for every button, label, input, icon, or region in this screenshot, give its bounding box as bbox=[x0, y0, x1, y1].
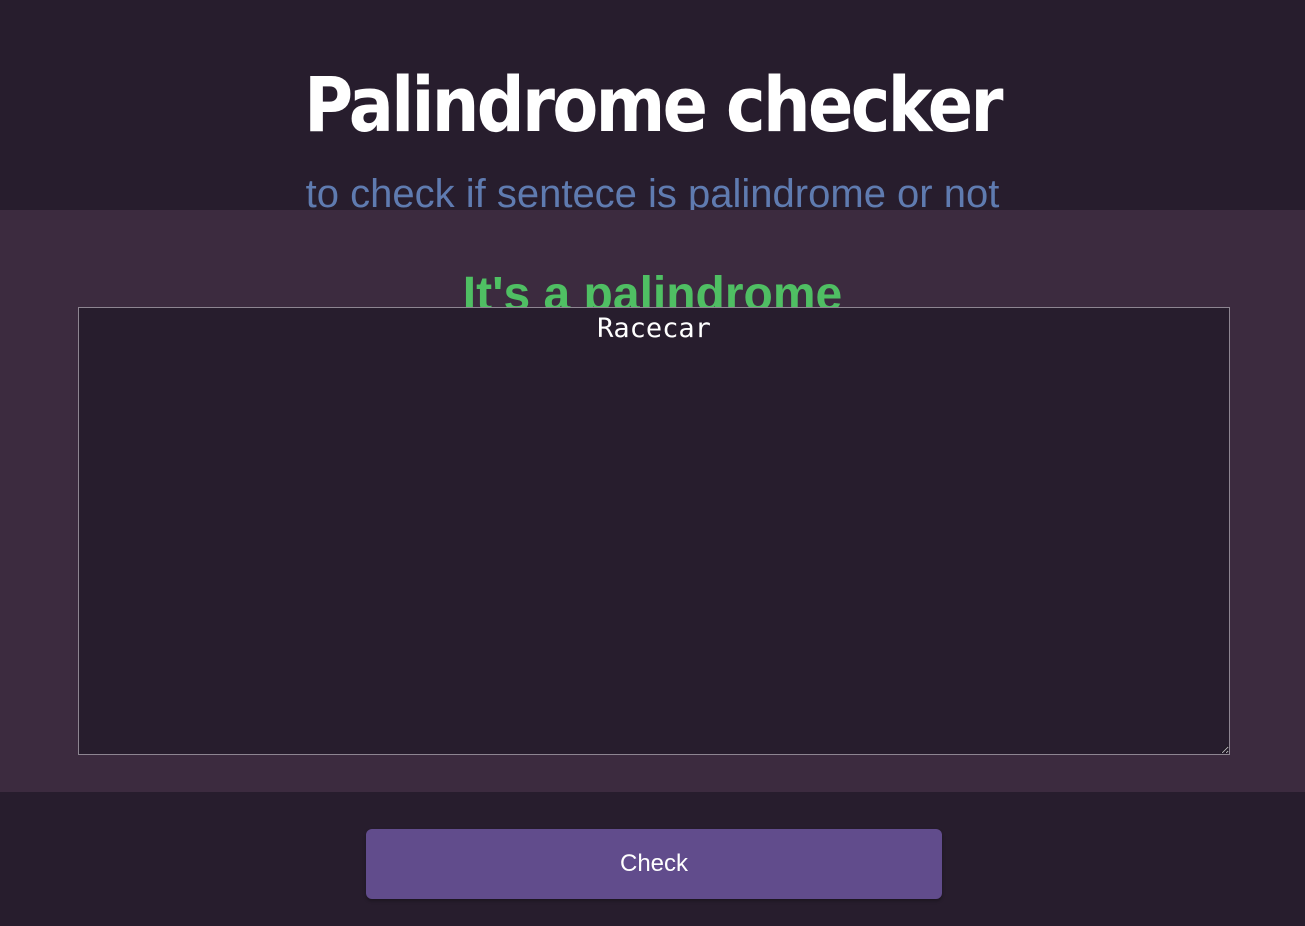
page-header: Palindrome checker to check if sentece i… bbox=[0, 0, 1305, 216]
checker-panel: It's a palindrome Racecar bbox=[0, 210, 1305, 792]
check-button[interactable]: Check bbox=[366, 829, 942, 899]
page-title: Palindrome checker bbox=[304, 59, 1003, 149]
action-bar: Check bbox=[0, 792, 1305, 926]
sentence-input[interactable]: Racecar bbox=[78, 307, 1230, 755]
